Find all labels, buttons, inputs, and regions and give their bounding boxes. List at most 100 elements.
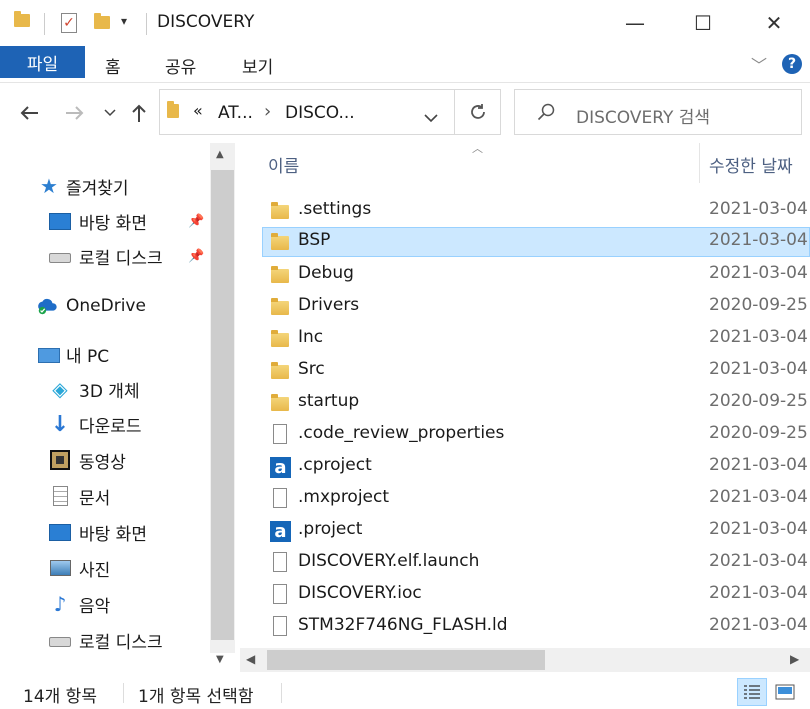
file-name: startup xyxy=(298,391,360,411)
nav-item-onedrive[interactable]: OneDrive xyxy=(0,289,210,323)
pin-icon[interactable]: 📌 xyxy=(188,214,204,229)
column-header-date[interactable]: 수정한 날짜 xyxy=(709,152,793,177)
file-row[interactable]: .mxproject 2021-03-04 xyxy=(262,484,810,514)
expand-ribbon-chevron-icon[interactable]: ﹀ xyxy=(751,52,767,76)
folder-icon xyxy=(270,296,290,318)
folder-icon xyxy=(270,264,290,286)
file-row[interactable]: Inc 2021-03-04 xyxy=(262,324,810,354)
large-icons-view-button[interactable] xyxy=(773,681,797,703)
nav-item-favorites[interactable]: ★ 즐겨찾기 xyxy=(0,169,210,203)
file-row[interactable]: .settings 2021-03-04 xyxy=(262,196,810,226)
file-row[interactable]: STM32F746NG_FLASH.ld 2021-03-04 xyxy=(262,612,810,642)
nav-item-downloads[interactable]: ↓ 다운로드 xyxy=(0,407,210,441)
back-button[interactable] xyxy=(18,100,40,126)
folder-icon xyxy=(270,360,290,382)
new-folder-icon[interactable] xyxy=(94,13,110,29)
stm32cubeide-icon: a xyxy=(270,456,291,478)
scroll-up-arrow-icon[interactable]: ▲ xyxy=(216,149,224,160)
tab-view[interactable]: 보기 xyxy=(242,53,273,78)
desktop-icon xyxy=(49,521,71,543)
recent-locations-chevron-icon[interactable] xyxy=(99,100,121,126)
file-row[interactable]: startup 2020-09-25 xyxy=(262,388,810,418)
nav-item-music[interactable]: ♪ 음악 xyxy=(0,587,210,621)
properties-icon[interactable]: ✓ xyxy=(61,13,77,33)
file-row[interactable]: Debug 2021-03-04 xyxy=(262,260,810,290)
help-button[interactable]: ? xyxy=(782,54,802,74)
scroll-left-arrow-icon[interactable]: ◀ xyxy=(246,652,255,666)
pc-icon xyxy=(38,344,60,366)
download-icon: ↓ xyxy=(50,411,70,437)
music-icon: ♪ xyxy=(53,592,67,616)
pin-icon[interactable]: 📌 xyxy=(188,249,204,264)
minimize-button[interactable]: — xyxy=(612,6,658,40)
nav-item-videos[interactable]: 동영상 xyxy=(0,443,210,477)
forward-arrow-icon xyxy=(66,106,84,120)
file-icon xyxy=(270,584,290,606)
tab-file[interactable]: 파일 xyxy=(0,46,85,78)
quick-access-folder-icon[interactable] xyxy=(14,11,30,27)
details-view-button[interactable] xyxy=(737,678,767,706)
close-button[interactable]: ✕ xyxy=(751,6,797,40)
maximize-button[interactable]: ☐ xyxy=(680,6,726,40)
nav-pane-scroll-thumb[interactable] xyxy=(211,170,234,640)
tab-home[interactable]: 홈 xyxy=(105,53,121,78)
file-row[interactable]: DISCOVERY.elf.launch 2021-03-04 xyxy=(262,548,810,578)
file-date: 2021-03-04 xyxy=(709,615,808,635)
nav-item-desktop-pinned[interactable]: 바탕 화면 📌 xyxy=(0,204,210,238)
scroll-right-arrow-icon[interactable]: ▶ xyxy=(790,652,799,666)
file-row[interactable]: DISCOVERY.ioc 2021-03-04 xyxy=(262,580,810,610)
file-icon xyxy=(270,616,290,638)
nav-item-3d-objects[interactable]: ◈ 3D 개체 xyxy=(0,372,210,406)
horizontal-scroll-thumb[interactable] xyxy=(267,650,545,670)
breadcrumb-item[interactable]: AT... xyxy=(218,103,253,123)
navigation-pane[interactable]: ★ 즐겨찾기 바탕 화면 📌 로컬 디스크 📌 OneDrive 내 PC ◈ … xyxy=(0,143,235,653)
file-date: 2021-03-04 xyxy=(709,263,808,283)
file-date: 2021-03-04 xyxy=(709,199,808,219)
column-divider[interactable] xyxy=(699,143,700,183)
file-row[interactable]: .code_review_properties 2020-09-25 xyxy=(262,420,810,450)
refresh-button[interactable] xyxy=(454,89,501,135)
search-icon xyxy=(537,103,555,126)
column-header-name[interactable]: 이름 xyxy=(268,152,299,177)
folder-icon xyxy=(270,392,290,414)
onedrive-icon xyxy=(36,295,58,317)
nav-item-pictures[interactable]: 사진 xyxy=(0,551,210,585)
up-button[interactable] xyxy=(128,100,150,126)
file-name: DISCOVERY.elf.launch xyxy=(298,551,480,571)
file-date: 2020-09-25 xyxy=(709,295,808,315)
nav-item-local-disk-pinned[interactable]: 로컬 디스크 📌 xyxy=(0,239,210,273)
scroll-down-arrow-icon[interactable]: ▼ xyxy=(216,654,224,665)
desktop-icon xyxy=(49,210,71,232)
file-name: DISCOVERY.ioc xyxy=(298,583,422,603)
file-name: .mxproject xyxy=(298,487,390,507)
nav-item-this-pc[interactable]: 내 PC xyxy=(0,337,210,371)
file-row[interactable]: Src 2021-03-04 xyxy=(262,356,810,386)
forward-button[interactable] xyxy=(64,100,86,126)
file-name: .project xyxy=(298,519,363,539)
breadcrumb-separator: › xyxy=(264,101,272,122)
nav-item-label: 음악 xyxy=(79,596,111,617)
file-name: .code_review_properties xyxy=(298,423,505,443)
nav-item-local-disk[interactable]: 로컬 디스크 xyxy=(0,623,210,653)
address-history-chevron-icon[interactable] xyxy=(424,108,438,128)
nav-item-desktop[interactable]: 바탕 화면 xyxy=(0,515,210,549)
file-row[interactable]: Drivers 2020-09-25 xyxy=(262,292,810,322)
divider xyxy=(44,13,45,35)
divider xyxy=(146,13,147,35)
sort-indicator-icon: ︿ xyxy=(472,142,483,155)
search-placeholder[interactable]: DISCOVERY 검색 xyxy=(576,103,710,128)
file-name: Drivers xyxy=(298,295,360,315)
tab-share[interactable]: 공유 xyxy=(165,53,196,78)
file-icon xyxy=(270,424,290,446)
customize-toolbar-chevron-icon[interactable]: ▾ xyxy=(121,14,127,28)
refresh-icon xyxy=(471,104,485,119)
nav-item-documents[interactable]: 문서 xyxy=(0,479,210,513)
file-icon xyxy=(270,488,290,510)
address-overflow[interactable]: « xyxy=(193,101,203,120)
file-row[interactable]: a .cproject 2021-03-04 xyxy=(262,452,810,482)
status-bar xyxy=(0,676,810,709)
breadcrumb-item[interactable]: DISCO... xyxy=(285,103,355,123)
file-row-selected[interactable]: BSP 2021-03-04 xyxy=(262,227,810,257)
nav-item-label: 다운로드 xyxy=(79,416,142,437)
file-row[interactable]: a .project 2021-03-04 xyxy=(262,516,810,546)
